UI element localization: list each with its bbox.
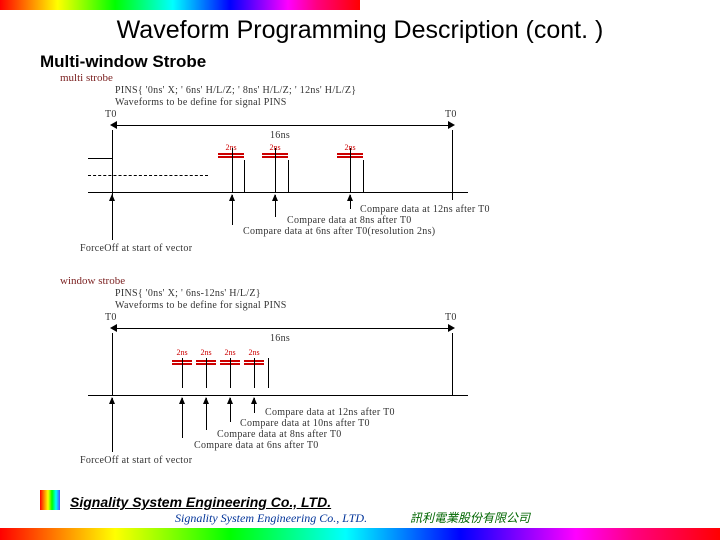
seg1-tick-a (232, 148, 233, 192)
section2-desc: Waveforms to be define for signal PINS (115, 300, 287, 311)
t0-right-tick (452, 130, 453, 200)
arrow-12ns (350, 195, 351, 209)
s2-t3 (230, 358, 231, 388)
section2-cmp8: Compare data at 8ns after T0 (217, 429, 342, 440)
section2-heading: window strobe (60, 275, 125, 287)
section1-seg1-label: 2ns (216, 143, 246, 152)
red-seg-1b (218, 156, 244, 158)
company-logo-square (40, 490, 60, 510)
s2-seg1-l: 2ns (170, 348, 194, 357)
s2-arrow-6 (182, 398, 183, 438)
s2-t5 (268, 358, 269, 388)
seg1-tick-b (244, 160, 245, 192)
section2-code: PINS{ '0ns' X; ' 6ns-12ns' H/L/Z} (115, 288, 261, 299)
s2-t0r (452, 333, 453, 395)
s2-seg4-l: 2ns (242, 348, 266, 357)
wave-hdash (88, 175, 208, 176)
section2-period: 16ns (270, 333, 290, 344)
bottom-gradient-bar (0, 528, 720, 540)
footer-zh: 訊利電業股份有限公司 (410, 509, 530, 526)
section2-cmp6: Compare data at 6ns after T0 (194, 440, 319, 451)
section2-cmp12: Compare data at 12ns after T0 (265, 407, 395, 418)
seg2-tick-b (288, 160, 289, 192)
s2-t2 (206, 358, 207, 388)
section1-heading: multi strobe (60, 72, 113, 84)
arrow-8ns (275, 195, 276, 217)
s2-t1 (182, 358, 183, 388)
s2-t4 (254, 358, 255, 388)
section1-desc: Waveforms to be define for signal PINS (115, 97, 287, 108)
page-title: Waveform Programming Description (cont. … (0, 16, 720, 45)
arrow-forceoff1 (112, 195, 113, 240)
baseline1 (88, 192, 468, 193)
seg2-tick-a (275, 148, 276, 192)
s2-t0l (112, 333, 113, 395)
section2-cmp10: Compare data at 10ns after T0 (240, 418, 370, 429)
footer-en: Signality System Engineering Co., LTD. (175, 511, 367, 526)
s2-arrow-12 (254, 398, 255, 413)
section1-code: PINS{ '0ns' X; ' 6ns' H/L/Z; ' 8ns' H/L/… (115, 85, 356, 96)
section2-force: ForceOff at start of vector (80, 455, 192, 466)
company-name: Signality System Engineering Co., LTD. (70, 494, 331, 510)
baseline2 (88, 395, 468, 396)
section1-force: ForceOff at start of vector (80, 243, 192, 254)
top-gradient-bar (0, 0, 360, 10)
section1-period: 16ns (270, 130, 290, 141)
s2-arrow-8 (206, 398, 207, 430)
s2-seg3-l: 2ns (218, 348, 242, 357)
seg3-tick-b (363, 160, 364, 192)
section1-cmp12: Compare data at 12ns after T0 (360, 204, 490, 215)
s2-arrow-10 (230, 398, 231, 422)
page-subtitle: Multi-window Strobe (40, 52, 206, 72)
wave-h1 (88, 158, 113, 159)
s2-arrow-force (112, 398, 113, 452)
s2-seg2-l: 2ns (194, 348, 218, 357)
t0-left-tick (112, 130, 113, 200)
arrow-6ns (232, 195, 233, 225)
seg3-tick-a (350, 148, 351, 192)
section1-cmp8: Compare data at 8ns after T0 (287, 215, 412, 226)
red-seg-1 (218, 153, 244, 155)
section1-cmp6: Compare data at 6ns after T0(resolution … (243, 226, 435, 237)
